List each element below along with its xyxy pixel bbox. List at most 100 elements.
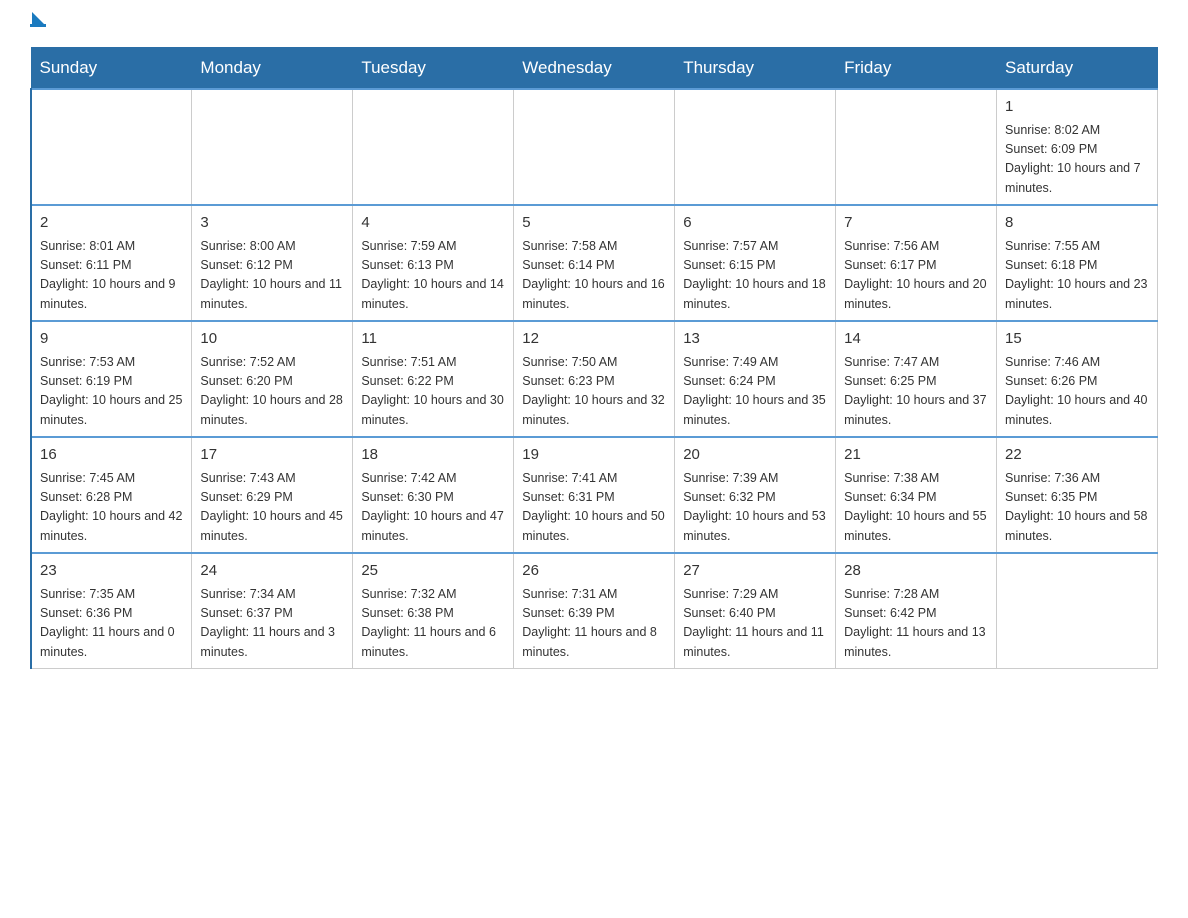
calendar-cell: 28Sunrise: 7:28 AM Sunset: 6:42 PM Dayli… [836, 553, 997, 669]
calendar-cell: 13Sunrise: 7:49 AM Sunset: 6:24 PM Dayli… [675, 321, 836, 437]
page-header [30, 20, 1158, 27]
calendar-cell: 10Sunrise: 7:52 AM Sunset: 6:20 PM Dayli… [192, 321, 353, 437]
day-info: Sunrise: 8:01 AM Sunset: 6:11 PM Dayligh… [40, 237, 183, 315]
day-number: 19 [522, 444, 666, 467]
calendar-header-row: SundayMondayTuesdayWednesdayThursdayFrid… [31, 48, 1158, 90]
day-number: 11 [361, 328, 505, 351]
calendar-cell: 15Sunrise: 7:46 AM Sunset: 6:26 PM Dayli… [997, 321, 1158, 437]
calendar-cell: 21Sunrise: 7:38 AM Sunset: 6:34 PM Dayli… [836, 437, 997, 553]
calendar-cell: 11Sunrise: 7:51 AM Sunset: 6:22 PM Dayli… [353, 321, 514, 437]
day-info: Sunrise: 7:34 AM Sunset: 6:37 PM Dayligh… [200, 585, 344, 663]
week-row-1: 1Sunrise: 8:02 AM Sunset: 6:09 PM Daylig… [31, 89, 1158, 205]
day-info: Sunrise: 8:00 AM Sunset: 6:12 PM Dayligh… [200, 237, 344, 315]
calendar-cell: 25Sunrise: 7:32 AM Sunset: 6:38 PM Dayli… [353, 553, 514, 669]
day-info: Sunrise: 7:47 AM Sunset: 6:25 PM Dayligh… [844, 353, 988, 431]
day-info: Sunrise: 7:58 AM Sunset: 6:14 PM Dayligh… [522, 237, 666, 315]
calendar-cell: 27Sunrise: 7:29 AM Sunset: 6:40 PM Dayli… [675, 553, 836, 669]
day-info: Sunrise: 7:56 AM Sunset: 6:17 PM Dayligh… [844, 237, 988, 315]
col-header-tuesday: Tuesday [353, 48, 514, 90]
day-number: 23 [40, 560, 183, 583]
day-info: Sunrise: 7:51 AM Sunset: 6:22 PM Dayligh… [361, 353, 505, 431]
calendar-cell: 24Sunrise: 7:34 AM Sunset: 6:37 PM Dayli… [192, 553, 353, 669]
col-header-monday: Monday [192, 48, 353, 90]
calendar-cell: 26Sunrise: 7:31 AM Sunset: 6:39 PM Dayli… [514, 553, 675, 669]
week-row-2: 2Sunrise: 8:01 AM Sunset: 6:11 PM Daylig… [31, 205, 1158, 321]
day-info: Sunrise: 7:43 AM Sunset: 6:29 PM Dayligh… [200, 469, 344, 547]
logo [30, 20, 46, 27]
calendar-cell [836, 89, 997, 205]
day-number: 6 [683, 212, 827, 235]
calendar-cell [192, 89, 353, 205]
week-row-5: 23Sunrise: 7:35 AM Sunset: 6:36 PM Dayli… [31, 553, 1158, 669]
day-number: 18 [361, 444, 505, 467]
day-number: 1 [1005, 96, 1149, 119]
day-info: Sunrise: 7:39 AM Sunset: 6:32 PM Dayligh… [683, 469, 827, 547]
day-info: Sunrise: 7:42 AM Sunset: 6:30 PM Dayligh… [361, 469, 505, 547]
day-number: 24 [200, 560, 344, 583]
day-info: Sunrise: 7:35 AM Sunset: 6:36 PM Dayligh… [40, 585, 183, 663]
day-number: 4 [361, 212, 505, 235]
week-row-4: 16Sunrise: 7:45 AM Sunset: 6:28 PM Dayli… [31, 437, 1158, 553]
calendar-cell: 14Sunrise: 7:47 AM Sunset: 6:25 PM Dayli… [836, 321, 997, 437]
calendar-cell: 5Sunrise: 7:58 AM Sunset: 6:14 PM Daylig… [514, 205, 675, 321]
day-number: 20 [683, 444, 827, 467]
day-number: 16 [40, 444, 183, 467]
day-info: Sunrise: 7:50 AM Sunset: 6:23 PM Dayligh… [522, 353, 666, 431]
day-number: 14 [844, 328, 988, 351]
day-number: 9 [40, 328, 183, 351]
col-header-friday: Friday [836, 48, 997, 90]
day-info: Sunrise: 7:28 AM Sunset: 6:42 PM Dayligh… [844, 585, 988, 663]
day-number: 15 [1005, 328, 1149, 351]
calendar-cell: 16Sunrise: 7:45 AM Sunset: 6:28 PM Dayli… [31, 437, 192, 553]
day-number: 13 [683, 328, 827, 351]
calendar-cell: 9Sunrise: 7:53 AM Sunset: 6:19 PM Daylig… [31, 321, 192, 437]
day-number: 3 [200, 212, 344, 235]
calendar-cell [514, 89, 675, 205]
day-info: Sunrise: 7:36 AM Sunset: 6:35 PM Dayligh… [1005, 469, 1149, 547]
calendar-cell: 23Sunrise: 7:35 AM Sunset: 6:36 PM Dayli… [31, 553, 192, 669]
calendar-cell: 4Sunrise: 7:59 AM Sunset: 6:13 PM Daylig… [353, 205, 514, 321]
day-info: Sunrise: 7:29 AM Sunset: 6:40 PM Dayligh… [683, 585, 827, 663]
calendar-cell: 3Sunrise: 8:00 AM Sunset: 6:12 PM Daylig… [192, 205, 353, 321]
calendar-cell: 7Sunrise: 7:56 AM Sunset: 6:17 PM Daylig… [836, 205, 997, 321]
calendar-cell: 20Sunrise: 7:39 AM Sunset: 6:32 PM Dayli… [675, 437, 836, 553]
day-number: 28 [844, 560, 988, 583]
col-header-thursday: Thursday [675, 48, 836, 90]
day-info: Sunrise: 7:31 AM Sunset: 6:39 PM Dayligh… [522, 585, 666, 663]
calendar-cell: 2Sunrise: 8:01 AM Sunset: 6:11 PM Daylig… [31, 205, 192, 321]
day-number: 8 [1005, 212, 1149, 235]
calendar-cell: 6Sunrise: 7:57 AM Sunset: 6:15 PM Daylig… [675, 205, 836, 321]
day-number: 12 [522, 328, 666, 351]
day-info: Sunrise: 7:57 AM Sunset: 6:15 PM Dayligh… [683, 237, 827, 315]
day-number: 22 [1005, 444, 1149, 467]
day-info: Sunrise: 7:41 AM Sunset: 6:31 PM Dayligh… [522, 469, 666, 547]
calendar-cell: 12Sunrise: 7:50 AM Sunset: 6:23 PM Dayli… [514, 321, 675, 437]
calendar-cell: 1Sunrise: 8:02 AM Sunset: 6:09 PM Daylig… [997, 89, 1158, 205]
day-info: Sunrise: 7:55 AM Sunset: 6:18 PM Dayligh… [1005, 237, 1149, 315]
day-number: 26 [522, 560, 666, 583]
calendar-cell [353, 89, 514, 205]
col-header-wednesday: Wednesday [514, 48, 675, 90]
calendar-cell [31, 89, 192, 205]
day-number: 17 [200, 444, 344, 467]
calendar-cell [997, 553, 1158, 669]
day-number: 7 [844, 212, 988, 235]
day-number: 2 [40, 212, 183, 235]
day-info: Sunrise: 7:45 AM Sunset: 6:28 PM Dayligh… [40, 469, 183, 547]
calendar-cell: 18Sunrise: 7:42 AM Sunset: 6:30 PM Dayli… [353, 437, 514, 553]
day-info: Sunrise: 7:52 AM Sunset: 6:20 PM Dayligh… [200, 353, 344, 431]
day-info: Sunrise: 7:46 AM Sunset: 6:26 PM Dayligh… [1005, 353, 1149, 431]
day-number: 21 [844, 444, 988, 467]
calendar-cell: 19Sunrise: 7:41 AM Sunset: 6:31 PM Dayli… [514, 437, 675, 553]
logo-underline [30, 24, 46, 27]
calendar-cell [675, 89, 836, 205]
day-number: 10 [200, 328, 344, 351]
day-info: Sunrise: 7:53 AM Sunset: 6:19 PM Dayligh… [40, 353, 183, 431]
day-info: Sunrise: 8:02 AM Sunset: 6:09 PM Dayligh… [1005, 121, 1149, 199]
day-number: 5 [522, 212, 666, 235]
calendar-cell: 22Sunrise: 7:36 AM Sunset: 6:35 PM Dayli… [997, 437, 1158, 553]
calendar-cell: 17Sunrise: 7:43 AM Sunset: 6:29 PM Dayli… [192, 437, 353, 553]
day-info: Sunrise: 7:59 AM Sunset: 6:13 PM Dayligh… [361, 237, 505, 315]
day-info: Sunrise: 7:49 AM Sunset: 6:24 PM Dayligh… [683, 353, 827, 431]
calendar-cell: 8Sunrise: 7:55 AM Sunset: 6:18 PM Daylig… [997, 205, 1158, 321]
